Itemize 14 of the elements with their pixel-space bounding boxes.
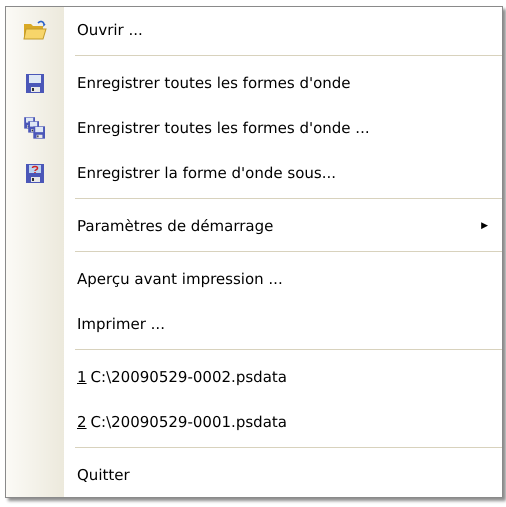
menu-item[interactable]: Imprimer ...: [6, 301, 502, 346]
menu-item[interactable]: 1 C:\20090529-0002.psdata: [6, 354, 502, 399]
floppy-disks-icon: [23, 116, 47, 140]
menu-item[interactable]: Enregistrer la forme d'onde sous...: [6, 150, 502, 195]
menu-item[interactable]: Ouvrir ...: [6, 7, 502, 52]
floppy-disk-question-icon: [24, 162, 46, 184]
menu-item[interactable]: 2 C:\20090529-0001.psdata: [6, 399, 502, 444]
menu-item[interactable]: Enregistrer toutes les formes d'onde: [6, 60, 502, 105]
menu-item[interactable]: Aperçu avant impression ...: [6, 256, 502, 301]
menu-item[interactable]: Quitter: [6, 452, 502, 497]
menu-item[interactable]: Paramètres de démarrage ▶: [6, 203, 502, 248]
menu-item[interactable]: Enregistrer toutes les formes d'onde ...: [6, 105, 502, 150]
folder-icon: [23, 18, 47, 40]
submenu-arrow-icon: ▶: [481, 220, 488, 230]
